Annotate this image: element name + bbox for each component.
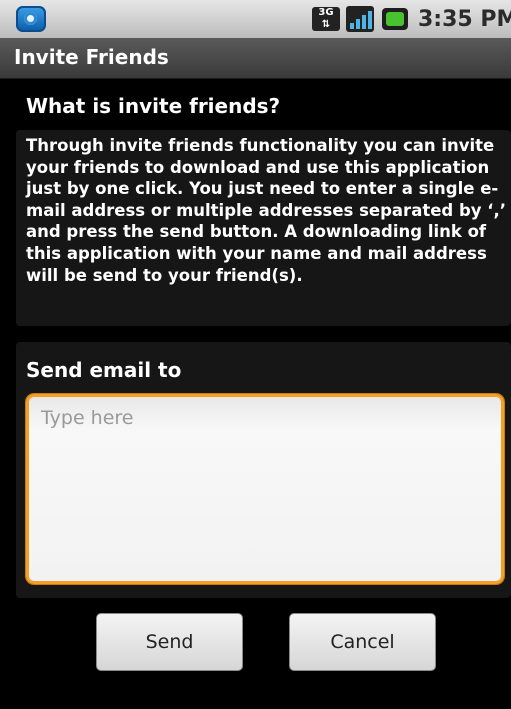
status-time: 3:35 PM (418, 7, 511, 32)
signal-strength-icon (346, 6, 374, 32)
status-bar: 3G ⇅ 3:35 PM (0, 0, 511, 38)
title-bar: Invite Friends (0, 38, 511, 79)
email-panel: Send email to (16, 342, 511, 598)
cancel-button[interactable]: Cancel (289, 613, 436, 671)
info-heading: What is invite friends? (26, 94, 281, 118)
description-panel: Through invite friends functionality you… (16, 130, 511, 326)
app-notification-icon (16, 6, 46, 32)
email-input[interactable] (26, 394, 504, 584)
page-title: Invite Friends (14, 45, 169, 69)
battery-charging-icon (382, 8, 408, 30)
network-3g-icon: 3G ⇅ (312, 7, 340, 31)
send-button[interactable]: Send (96, 613, 243, 671)
network-type-label: 3G (318, 7, 334, 18)
description-text: Through invite friends functionality you… (26, 136, 507, 285)
email-label: Send email to (26, 358, 182, 382)
